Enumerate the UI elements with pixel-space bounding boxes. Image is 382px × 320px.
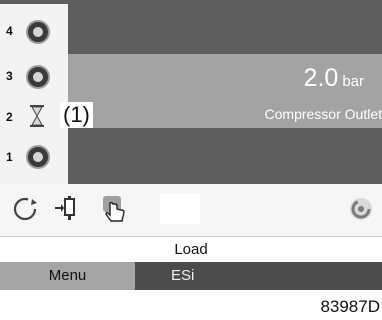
position-label: 1 bbox=[6, 150, 13, 164]
status-bar: Load bbox=[0, 236, 382, 263]
pressure-unit: bar bbox=[342, 73, 364, 90]
callout-label: (1) bbox=[60, 102, 93, 128]
fan-icon[interactable] bbox=[26, 65, 50, 89]
controller-screen: 4 3 2 1 (1) 2.0 bar Compressor Outlet Lo… bbox=[0, 0, 382, 290]
menu-softkey[interactable]: Menu bbox=[0, 262, 135, 290]
hand-touch-icon[interactable] bbox=[100, 194, 130, 224]
spinner-icon[interactable] bbox=[346, 194, 376, 224]
icon-toolbar bbox=[0, 184, 382, 236]
pressure-value: 2.0 bbox=[303, 64, 339, 92]
compressor-select-icon[interactable] bbox=[54, 194, 84, 224]
rotation-icon[interactable] bbox=[10, 194, 40, 224]
reference-code: 83987D bbox=[320, 297, 380, 316]
fan-icon[interactable] bbox=[26, 145, 50, 169]
reading-label: Compressor Outlet bbox=[264, 106, 382, 122]
position-label: 4 bbox=[6, 24, 13, 38]
compressor-stack: 4 3 2 1 bbox=[0, 4, 68, 184]
hourglass-icon[interactable] bbox=[30, 105, 44, 127]
fan-icon[interactable] bbox=[26, 20, 50, 44]
position-label: 3 bbox=[6, 69, 13, 83]
status-text: Load bbox=[174, 241, 208, 258]
position-label: 2 bbox=[6, 110, 13, 124]
blank-slot bbox=[160, 194, 200, 224]
pressure-reading: 2.0 bar bbox=[304, 64, 364, 93]
softkey-bar: Menu ESi bbox=[0, 262, 382, 290]
esi-softkey[interactable]: ESi bbox=[171, 262, 231, 290]
